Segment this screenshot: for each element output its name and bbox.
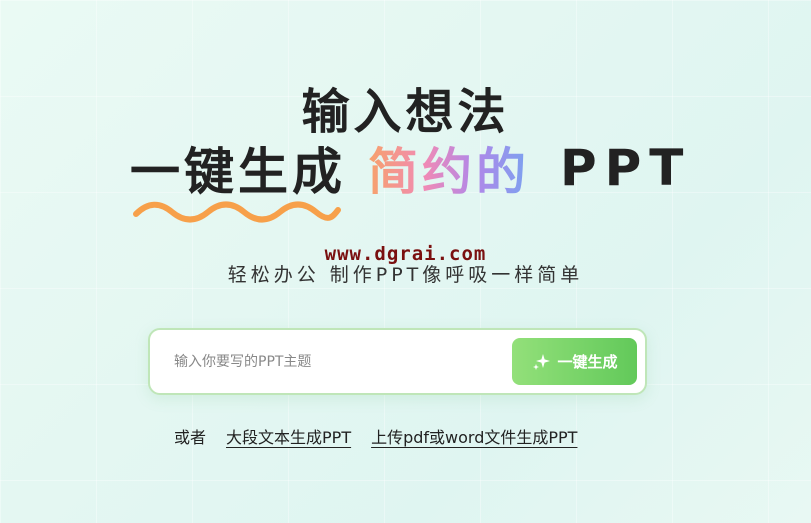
upload-file-generate-link[interactable]: 上传pdf或word文件生成PPT [371,424,577,448]
hero-title-line2: 一键生成 简约的 PPT [130,136,692,201]
generate-button-label: 一键生成 [557,353,618,371]
squiggle-underline [133,201,341,223]
long-text-generate-link[interactable]: 大段文本生成PPT [226,424,351,448]
hero-title-highlight: 简约的 [368,132,530,204]
sparkle-icon [533,353,551,370]
topic-search-box: 一键生成 [148,328,647,395]
hero-title-ppt: PPT [560,139,692,197]
hero-title-main: 一键生成 [130,143,346,201]
generate-button[interactable]: 一键生成 [512,338,637,385]
alternative-options: 或者 大段文本生成PPT 上传pdf或word文件生成PPT [174,425,577,447]
topic-input[interactable] [174,330,504,393]
or-label: 或者 [174,428,207,447]
hero-subtitle: 轻松办公 制作PPT像呼吸一样简单 [227,264,584,286]
